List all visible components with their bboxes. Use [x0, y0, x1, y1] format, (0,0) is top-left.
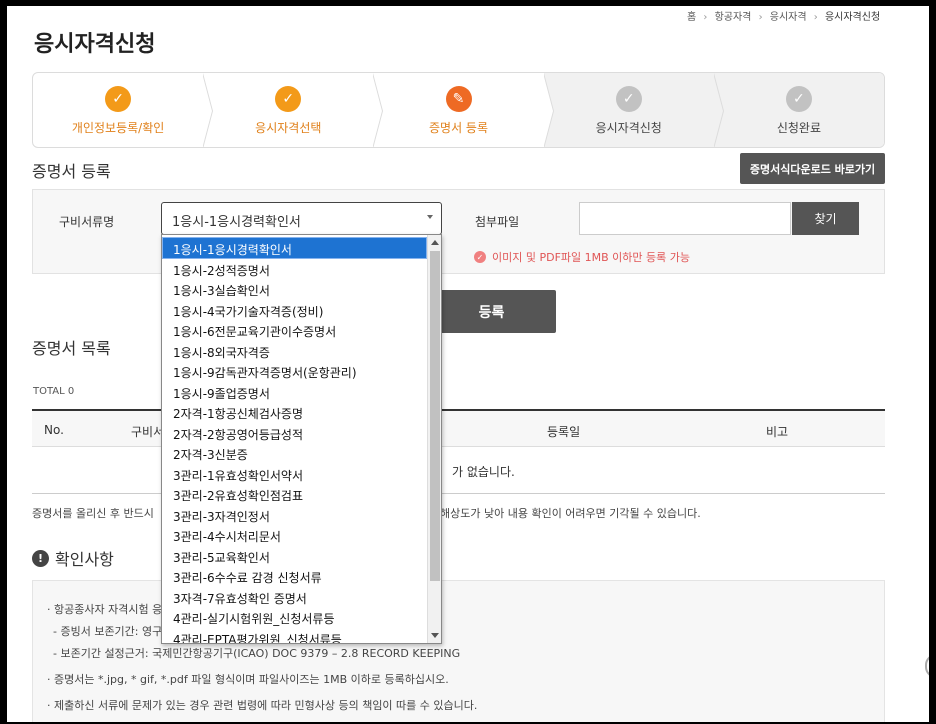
scrollbar-thumb[interactable]: [430, 251, 440, 581]
step-label: 응시자격신청: [595, 121, 662, 135]
dropdown-option[interactable]: 4관리-EPTA평가위원_신청서류등: [163, 628, 426, 644]
dropdown-option[interactable]: 1응시-8외국자격증: [163, 341, 426, 361]
upload-info: 증명서를 올리신 후 반드시 해상도가 낮아 내용 확인이 어려우면 기각될 수…: [32, 505, 701, 521]
file-note-text: 이미지 및 PDF파일 1MB 이하만 등록 가능: [492, 251, 691, 264]
confirm-line: · 항공종사자 자격시험 응: [47, 603, 163, 616]
dropdown-option[interactable]: 2자격-3신분증: [163, 443, 426, 463]
select-value: 1응시-1응시경력확인서: [172, 215, 301, 230]
scroll-up-arrow-icon[interactable]: [431, 240, 439, 245]
table-header: No. 구비서 등록일 비고: [32, 409, 885, 447]
dropdown-option[interactable]: 1응시-2성적증명서: [163, 259, 426, 279]
step-application: ✓ 응시자격신청: [543, 73, 725, 147]
breadcrumb-separator: ›: [813, 12, 818, 23]
dropdown-option[interactable]: 1응시-6전문교육기관이수증명서: [163, 320, 426, 340]
upload-info-right: 해상도가 낮아 내용 확인이 어려우면 기각될 수 있습니다.: [440, 507, 701, 520]
confirm-box: · 항공종사자 자격시험 응 - 증빙서 보존기간: 영구 - 보존기간 설정근…: [32, 580, 885, 722]
doc-type-select[interactable]: 1응시-1응시경력확인서: [161, 202, 442, 235]
chevron-down-icon: [427, 215, 433, 219]
step-label: 개인정보등록/확인: [71, 121, 165, 135]
breadcrumb: 홈 › 항공자격 › 응시자격 › 응시자격신청: [687, 8, 884, 23]
side-button[interactable]: [925, 654, 929, 678]
total-count: TOTAL 0: [33, 386, 75, 397]
dropdown-option[interactable]: 1응시-1응시경력확인서: [162, 237, 427, 259]
breadcrumb-separator: ›: [758, 12, 763, 23]
progress-steps: ✓ 개인정보등록/확인 ✓ 응시자격선택 ✎ 증명서 등록 ✓ 응시자격신청 ✓…: [32, 72, 885, 148]
confirm-section-title: ! 확인사항: [32, 546, 114, 570]
dropdown-option[interactable]: 3관리-3자격인정서: [163, 505, 426, 525]
alert-icon: !: [32, 549, 49, 567]
step-label: 증명서 등록: [429, 121, 489, 135]
check-icon: ✓: [785, 86, 812, 112]
dropdown-option[interactable]: 3관리-4수시처리문서: [163, 525, 426, 545]
list-section-title: 증명서 목록: [32, 339, 111, 358]
page: 홈 › 항공자격 › 응시자격 › 응시자격신청 응시자격신청 ✓ 개인정보등록…: [7, 6, 929, 722]
empty-message: 가 없습니다.: [452, 465, 515, 479]
cert-section-title: 증명서 등록: [32, 162, 111, 181]
confirm-line: · 제출하신 서류에 문제가 있는 경우 관련 법령에 따라 민형사상 등의 책…: [47, 699, 478, 712]
dropdown-option[interactable]: 3관리-5교육확인서: [163, 546, 426, 566]
col-reg-date: 등록일: [547, 425, 581, 439]
page-title: 응시자격신청: [34, 32, 156, 57]
dropdown-option[interactable]: 2자격-2항공영어등급성적: [163, 423, 426, 443]
step-qualification-select: ✓ 응시자격선택: [203, 73, 384, 147]
check-icon: ✓: [105, 86, 132, 112]
check-icon: ✓: [615, 86, 642, 112]
dropdown-option[interactable]: 4관리-실기시험위원_신청서류등: [163, 607, 426, 627]
step-personal-info: ✓ 개인정보등록/확인: [33, 73, 214, 147]
form-download-button[interactable]: 증명서식다운로드 바로가기: [740, 153, 885, 184]
check-circle-icon: ✓: [474, 251, 486, 263]
file-path-input[interactable]: [579, 202, 791, 235]
dropdown-option[interactable]: 3자격-7유효성확인 증명서: [163, 587, 426, 607]
file-note: ✓ 이미지 및 PDF파일 1MB 이하만 등록 가능: [474, 249, 690, 265]
find-file-button[interactable]: 찾기: [792, 202, 859, 235]
col-doc-name: 구비서: [131, 425, 165, 439]
step-label: 응시자격선택: [255, 121, 322, 135]
register-button[interactable]: 등록: [427, 290, 556, 333]
col-note: 비고: [766, 425, 789, 439]
dropdown-option[interactable]: 1응시-4국가기술자격증(정비): [163, 300, 426, 320]
doc-type-dropdown-list[interactable]: 1응시-1응시경력확인서 1응시-2성적증명서 1응시-3실습확인서 1응시-4국가기…: [161, 234, 442, 644]
confirm-title-text: 확인사항: [55, 550, 114, 569]
confirm-line: - 보존기간 설정근거: 국제민간항공기구(ICAO) DOC 9379 – 2…: [53, 647, 461, 660]
table-empty-row: 가 없습니다.: [32, 447, 885, 494]
upload-info-left: 증명서를 올리신 후 반드시: [32, 507, 154, 520]
dropdown-option[interactable]: 1응시-9졸업증명서: [163, 382, 426, 402]
col-no: No.: [44, 423, 64, 437]
check-icon: ✓: [275, 86, 302, 112]
attach-file-label: 첨부파일: [475, 215, 520, 229]
doc-name-label: 구비서류명: [59, 215, 115, 229]
confirm-line: - 증빙서 보존기간: 영구: [53, 625, 163, 638]
breadcrumb-current: 응시자격신청: [824, 12, 881, 23]
dropdown-option[interactable]: 1응시-9감독관자격증명서(운항관리): [163, 361, 426, 381]
confirm-line: · 증명서는 *.jpg, * gif, *.pdf 파일 형식이며 파일사이즈…: [47, 673, 449, 686]
step-label: 신청완료: [776, 121, 821, 135]
breadcrumb-separator: ›: [703, 12, 708, 23]
dropdown-option[interactable]: 3관리-1유효성확인서약서: [163, 464, 426, 484]
dropdown-option[interactable]: 2자격-1항공신체검사증명: [163, 402, 426, 422]
pencil-icon: ✎: [445, 86, 472, 112]
breadcrumb-level2[interactable]: 응시자격: [770, 12, 807, 23]
breadcrumb-home[interactable]: 홈: [687, 12, 696, 23]
step-complete: ✓ 신청완료: [713, 73, 884, 147]
step-certificate-register: ✎ 증명서 등록: [373, 73, 554, 147]
breadcrumb-level1[interactable]: 항공자격: [715, 12, 752, 23]
dropdown-scrollbar[interactable]: [427, 235, 441, 643]
dropdown-option[interactable]: 3관리-2유효성확인점검표: [163, 484, 426, 504]
dropdown-option[interactable]: 1응시-3실습확인서: [163, 279, 426, 299]
dropdown-option[interactable]: 3관리-6수수료 감경 신청서류: [163, 566, 426, 586]
scroll-down-arrow-icon[interactable]: [431, 633, 439, 638]
